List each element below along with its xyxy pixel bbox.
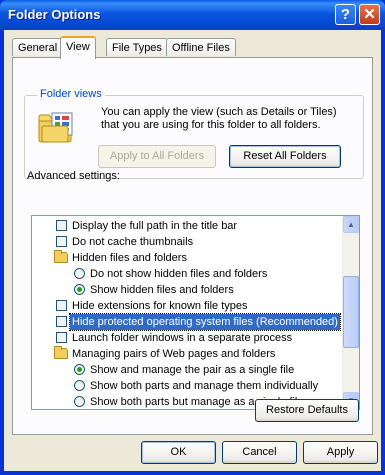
folder-views-group: Folder views You can apply the view (suc… (24, 88, 364, 179)
radio-icon[interactable] (74, 396, 85, 407)
radio-selected-icon[interactable] (74, 364, 85, 375)
folder-icon (54, 250, 68, 263)
folder-views-icon (38, 112, 73, 143)
radio-selected-icon[interactable] (74, 284, 85, 295)
help-button[interactable]: ? (335, 4, 356, 25)
vertical-scrollbar[interactable]: ▲ ▼ (342, 216, 359, 409)
checkbox-icon[interactable] (56, 332, 67, 343)
dialog-body: General View File Types Offline Files Fo… (4, 30, 381, 471)
checkbox-icon[interactable] (56, 316, 67, 327)
window-title: Folder Options (8, 7, 101, 22)
tab-offline-files[interactable]: Offline Files (166, 38, 236, 56)
tab-general[interactable]: General (12, 38, 64, 56)
folder-options-window: Folder Options ? ✕ General View File Typ… (0, 0, 385, 475)
scroll-up-button[interactable]: ▲ (343, 216, 359, 233)
checkbox-icon[interactable] (56, 236, 67, 247)
checkbox-icon[interactable] (56, 300, 67, 311)
restore-defaults-button[interactable]: Restore Defaults (255, 399, 359, 422)
tab-file-types[interactable]: File Types (106, 38, 168, 56)
checkbox-icon[interactable] (56, 220, 67, 231)
advanced-settings-label: Advanced settings: (27, 170, 120, 182)
apply-to-all-folders-button[interactable]: Apply to All Folders (98, 145, 216, 168)
folder-views-description: You can apply the view (such as Details … (101, 106, 337, 131)
folder-icon (54, 346, 68, 359)
reset-all-folders-button[interactable]: Reset All Folders (229, 145, 341, 168)
chevron-up-icon: ▲ (347, 220, 355, 229)
tab-view[interactable]: View (60, 36, 96, 59)
cancel-button[interactable]: Cancel (222, 441, 297, 464)
scroll-thumb[interactable] (343, 276, 359, 348)
title-bar[interactable]: Folder Options ? ✕ (0, 0, 385, 30)
advanced-settings-list[interactable]: Display the full path in the title bar D… (31, 215, 360, 410)
apply-button[interactable]: Apply (303, 441, 378, 464)
ok-button[interactable]: OK (141, 441, 216, 464)
folder-views-legend: Folder views (37, 88, 105, 100)
close-icon: ✕ (363, 6, 376, 23)
close-button[interactable]: ✕ (359, 4, 380, 25)
help-icon: ? (340, 6, 351, 23)
radio-icon[interactable] (74, 268, 85, 279)
radio-icon[interactable] (74, 380, 85, 391)
